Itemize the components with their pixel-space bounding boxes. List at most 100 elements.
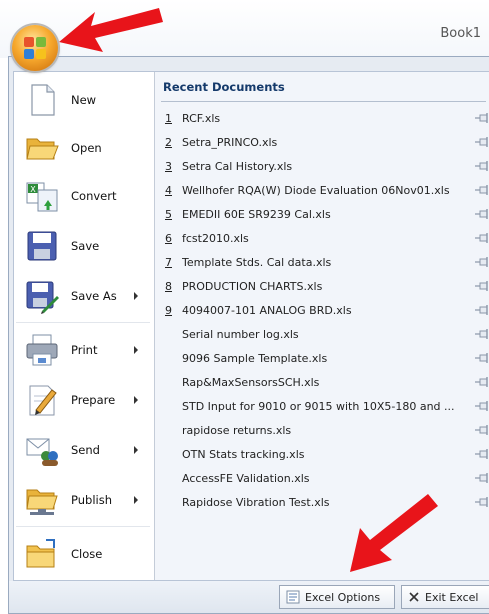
exit-excel-label: Exit Excel xyxy=(425,590,479,604)
menu-item-convert[interactable]: X Convert xyxy=(14,172,154,220)
recent-document-name: 4094007-101 ANALOG BRD.xls xyxy=(182,303,352,317)
annotation-arrow-bottom xyxy=(350,494,438,572)
save-icon xyxy=(27,231,57,261)
recent-document-number: 4 xyxy=(165,183,172,197)
recent-document-item[interactable]: 4 Wellhofer RQA(W) Diode Evaluation 06Nov… xyxy=(155,178,489,202)
recent-document-number: 8 xyxy=(165,279,172,293)
pin-icon[interactable] xyxy=(474,472,489,484)
menu-item-label: Open xyxy=(71,141,102,155)
pin-icon[interactable] xyxy=(474,208,489,220)
send-icon xyxy=(26,438,58,466)
recent-document-name: PRODUCTION CHARTS.xls xyxy=(182,279,323,293)
recent-document-name: Serial number log.xls xyxy=(182,327,299,341)
close-folder-icon xyxy=(26,539,55,568)
pin-icon[interactable] xyxy=(474,232,489,244)
menu-divider xyxy=(16,322,150,323)
pin-icon[interactable] xyxy=(474,184,489,196)
pin-icon[interactable] xyxy=(474,400,489,412)
recent-document-item[interactable]: 6 fcst2010.xls xyxy=(155,226,489,250)
recent-document-item[interactable]: 5 EMEDII 60E SR9239 Cal.xls xyxy=(155,202,489,226)
menu-item-label: Prepare xyxy=(71,393,116,407)
menu-item-prepare[interactable]: Prepare xyxy=(14,376,154,424)
office-button[interactable] xyxy=(12,25,58,71)
options-icon xyxy=(286,590,300,604)
menu-item-label: Convert xyxy=(71,189,117,203)
print-icon xyxy=(26,334,58,366)
pin-icon[interactable] xyxy=(474,280,489,292)
recent-document-name: rapidose returns.xls xyxy=(182,423,292,437)
recent-documents-header: Recent Documents xyxy=(163,80,285,94)
recent-document-name: OTN Stats tracking.xls xyxy=(182,447,305,461)
recent-document-number: 3 xyxy=(165,159,172,173)
annotation-arrow-top xyxy=(59,8,163,52)
recent-document-item[interactable]: 2 Setra_PRINCO.xls xyxy=(155,130,489,154)
submenu-arrow-icon xyxy=(134,446,138,454)
pin-icon[interactable] xyxy=(474,496,489,508)
recent-document-name: fcst2010.xls xyxy=(182,231,249,245)
menu-item-label: Publish xyxy=(71,493,112,507)
recent-document-item[interactable]: 3 Setra Cal History.xls xyxy=(155,154,489,178)
menu-item-send[interactable]: Send xyxy=(14,426,154,474)
pin-icon[interactable] xyxy=(474,136,489,148)
pin-icon[interactable] xyxy=(474,352,489,364)
pin-icon[interactable] xyxy=(474,376,489,388)
recent-document-number: 7 xyxy=(165,255,172,269)
menu-item-label: Print xyxy=(71,343,98,357)
pin-icon[interactable] xyxy=(474,256,489,268)
pin-icon[interactable] xyxy=(474,448,489,460)
new-document-icon xyxy=(31,84,55,116)
menu-item-close[interactable]: Close xyxy=(14,530,154,578)
recent-document-item[interactable]: 7 Template Stds. Cal data.xls xyxy=(155,250,489,274)
pin-icon[interactable] xyxy=(474,112,489,124)
recent-document-item[interactable]: AccessFE Validation.xls xyxy=(155,466,489,490)
recent-document-item[interactable]: Rap&MaxSensorsSCH.xls xyxy=(155,370,489,394)
pin-icon[interactable] xyxy=(474,304,489,316)
recent-document-item[interactable]: 1 RCF.xls xyxy=(155,106,489,130)
recent-document-number: 1 xyxy=(165,111,172,125)
recent-document-name: Wellhofer RQA(W) Diode Evaluation 06Nov0… xyxy=(182,183,450,197)
menu-item-label: Send xyxy=(71,443,100,457)
pin-icon[interactable] xyxy=(474,424,489,436)
pin-icon[interactable] xyxy=(474,328,489,340)
recent-document-number: 9 xyxy=(165,303,172,317)
recent-document-item[interactable]: 8 PRODUCTION CHARTS.xls xyxy=(155,274,489,298)
office-logo-icon xyxy=(24,37,46,59)
recent-document-item[interactable]: STD Input for 9010 or 9015 with 10X5-180… xyxy=(155,394,489,418)
recent-document-name: 9096 Sample Template.xls xyxy=(182,351,328,365)
menu-item-label: Save xyxy=(71,239,100,253)
menu-item-publish[interactable]: Publish xyxy=(14,476,154,524)
menu-item-new[interactable]: New xyxy=(14,76,154,124)
pin-icon[interactable] xyxy=(474,160,489,172)
svg-text:X: X xyxy=(30,185,36,194)
menu-item-label: Close xyxy=(71,547,103,561)
recent-document-name: Setra Cal History.xls xyxy=(182,159,293,173)
recent-document-item[interactable]: Serial number log.xls xyxy=(155,322,489,346)
close-icon xyxy=(409,592,419,602)
header-divider xyxy=(161,101,486,102)
recent-document-name: EMEDII 60E SR9239 Cal.xls xyxy=(182,207,331,221)
recent-document-number: 5 xyxy=(165,207,172,221)
recent-document-name: Template Stds. Cal data.xls xyxy=(182,255,332,269)
exit-excel-button[interactable]: Exit Excel xyxy=(401,585,489,609)
menu-item-label: New xyxy=(71,93,97,107)
command-list: New Open X Convert Save Save As Print Pr… xyxy=(14,72,154,580)
recent-document-item[interactable]: 9 4094007-101 ANALOG BRD.xls xyxy=(155,298,489,322)
submenu-arrow-icon xyxy=(134,292,138,300)
menu-item-save[interactable]: Save xyxy=(14,222,154,270)
submenu-arrow-icon xyxy=(134,396,138,404)
prepare-icon xyxy=(29,385,57,416)
recent-document-item[interactable]: rapidose returns.xls xyxy=(155,418,489,442)
submenu-arrow-icon xyxy=(134,346,138,354)
excel-options-button[interactable]: Excel Options xyxy=(279,585,395,609)
menu-divider xyxy=(16,526,150,527)
publish-icon xyxy=(26,489,58,515)
menu-item-label: Save As xyxy=(71,289,117,303)
recent-document-name: RCF.xls xyxy=(182,111,221,125)
menu-item-save-as[interactable]: Save As xyxy=(14,272,154,320)
recent-document-item[interactable]: 9096 Sample Template.xls xyxy=(155,346,489,370)
recent-document-name: Setra_PRINCO.xls xyxy=(182,135,278,149)
menu-item-print[interactable]: Print xyxy=(14,326,154,374)
recent-document-item[interactable]: OTN Stats tracking.xls xyxy=(155,442,489,466)
convert-icon: X xyxy=(26,182,58,212)
menu-item-open[interactable]: Open xyxy=(14,124,154,172)
